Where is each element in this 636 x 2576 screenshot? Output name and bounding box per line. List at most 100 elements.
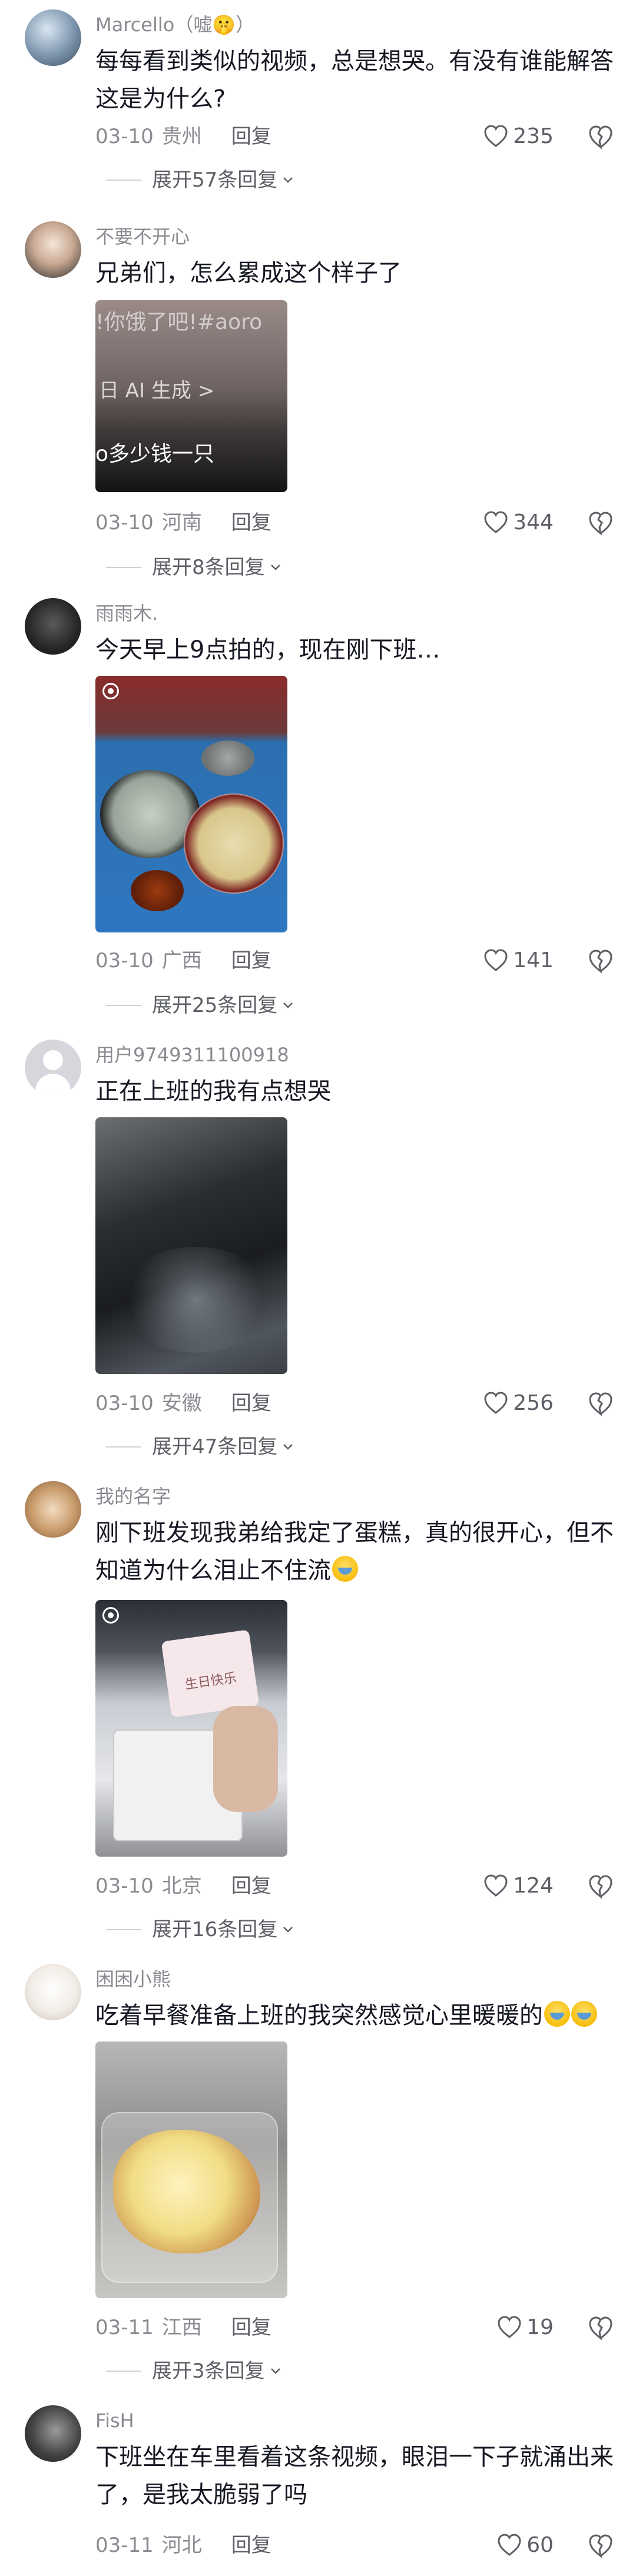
like-count: 124 (513, 1874, 554, 1898)
image-detail (131, 870, 184, 911)
comment-username[interactable]: 雨雨木. (95, 600, 158, 626)
broken-heart-icon[interactable] (588, 1873, 614, 1899)
broken-heart-icon[interactable] (588, 948, 614, 974)
broken-heart-icon[interactable] (588, 124, 614, 150)
like-button[interactable]: 141 (483, 948, 554, 974)
comment-image[interactable]: 生日快乐 (95, 1600, 287, 1857)
image-caption: 生日快乐 (184, 1671, 238, 1693)
comment-username[interactable]: 用户9749311100918 (95, 1042, 289, 1068)
expand-replies-button[interactable]: 展开8条回复 (106, 555, 283, 580)
like-button[interactable]: 256 (483, 1390, 554, 1416)
chevron-down-icon (270, 2368, 280, 2374)
chevron-down-icon (283, 1927, 293, 1933)
expand-replies-button[interactable]: 展开47条回复 (106, 1434, 295, 1460)
comment-location: 贵州 (161, 125, 202, 148)
comment-image[interactable] (95, 676, 287, 932)
comment-text-body: 吃着早餐准备上班的我突然感觉心里暖暖的 (95, 2002, 543, 2029)
comment-meta: 03-10 贵州 回复 (95, 124, 271, 150)
reply-button[interactable]: 回复 (231, 1392, 271, 1415)
comment-image[interactable] (95, 2041, 287, 2298)
expand-label: 展开57条回复 (152, 168, 278, 192)
heart-icon (498, 2534, 521, 2556)
reply-button[interactable]: 回复 (231, 125, 271, 148)
chevron-down-icon (283, 1444, 293, 1450)
live-photo-icon (102, 683, 119, 699)
comment-date: 03-10 (95, 1392, 154, 1415)
expand-replies-button[interactable]: 展开3条回复 (106, 2358, 283, 2384)
like-count: 60 (526, 2533, 554, 2557)
image-detail: 生日快乐 (161, 1629, 260, 1718)
heart-icon (484, 949, 508, 971)
like-button[interactable]: 344 (483, 510, 554, 536)
like-count: 235 (513, 124, 554, 148)
like-button[interactable]: 19 (497, 2315, 554, 2341)
reply-button[interactable]: 回复 (231, 2534, 271, 2557)
chevron-down-icon (270, 565, 280, 570)
comment-text: 正在上班的我有点想哭 (95, 1078, 331, 1105)
comment-text: 每每看到类似的视频，总是想哭。有没有谁能解答这是为什么? (95, 48, 614, 112)
comment-date: 03-10 (95, 511, 154, 535)
avatar[interactable] (25, 1481, 81, 1538)
divider-line (106, 1005, 141, 1006)
comment-date: 03-10 (95, 1874, 154, 1898)
chevron-down-icon (283, 1002, 293, 1008)
reply-button[interactable]: 回复 (231, 1874, 271, 1898)
avatar[interactable] (25, 598, 81, 655)
reply-button[interactable]: 回复 (231, 2316, 271, 2339)
expand-replies-button[interactable]: 展开25条回复 (106, 992, 295, 1018)
reply-button[interactable]: 回复 (231, 511, 271, 535)
avatar[interactable] (25, 2405, 81, 2462)
comment-username[interactable]: Marcello（嘘🤫） (95, 12, 254, 38)
heart-icon (484, 1874, 508, 1897)
broken-heart-icon[interactable] (588, 1390, 614, 1416)
chevron-down-icon (283, 177, 293, 183)
crying-emoji-icon (332, 1556, 358, 1582)
divider-line (106, 2371, 141, 2372)
broken-heart-icon[interactable] (588, 2315, 614, 2341)
reply-button[interactable]: 回复 (231, 949, 271, 972)
expand-replies-button[interactable]: 展开57条回复 (106, 167, 295, 193)
like-button[interactable]: 235 (483, 124, 554, 150)
comment-username[interactable]: 我的名字 (95, 1483, 171, 1509)
comment-date: 03-11 (95, 2316, 154, 2339)
expand-label: 展开16条回复 (152, 1918, 278, 1941)
comment-image[interactable]: !你饿了吧!#aoro 日 AI 生成 > o多少钱一只 (95, 300, 287, 492)
live-photo-icon (102, 1607, 119, 1624)
divider-line (106, 1446, 141, 1448)
like-button[interactable]: 60 (497, 2532, 554, 2558)
comment-meta: 03-10 安徽 回复 (95, 1390, 271, 1416)
like-count: 344 (513, 510, 554, 535)
avatar[interactable] (25, 1040, 81, 1096)
like-button[interactable]: 124 (483, 1873, 554, 1899)
comment-text: 今天早上9点拍的，现在刚下班… (95, 636, 440, 663)
avatar[interactable] (25, 221, 81, 278)
like-count: 19 (526, 2315, 554, 2339)
avatar[interactable] (25, 9, 81, 66)
like-count: 256 (513, 1391, 554, 1415)
comment-date: 03-10 (95, 125, 154, 148)
comment-location: 江西 (161, 2316, 202, 2339)
expand-label: 展开25条回复 (152, 994, 278, 1017)
comment-date: 03-11 (95, 2534, 154, 2557)
comment-date: 03-10 (95, 949, 154, 972)
image-detail (201, 741, 254, 776)
heart-icon (484, 125, 508, 147)
comment-text: 刚下班发现我弟给我定了蛋糕，真的很开心，但不知道为什么泪止不住流 (95, 1514, 614, 1589)
divider-line (106, 1929, 141, 1930)
expand-label: 展开3条回复 (152, 2359, 265, 2383)
image-detail (184, 794, 284, 894)
avatar[interactable] (25, 1964, 81, 2020)
image-caption: 日 AI 生成 > (99, 379, 215, 403)
comment-username[interactable]: FisH (95, 2408, 134, 2434)
like-count: 141 (513, 948, 554, 972)
comment-username[interactable]: 困困小熊 (95, 1966, 171, 1992)
expand-replies-button[interactable]: 展开16条回复 (106, 1917, 295, 1943)
comment-image[interactable] (95, 1117, 287, 1374)
comment-text: 下班坐在车里看着这条视频，眼泪一下子就涌出来了，是我太脆弱了吗 (95, 2444, 614, 2508)
comment-meta: 03-11 河北 回复 (95, 2532, 271, 2558)
comment-username[interactable]: 不要不开心 (95, 224, 190, 250)
comment-location: 河北 (161, 2534, 202, 2557)
image-caption: o多少钱一只 (95, 442, 215, 466)
broken-heart-icon[interactable] (588, 2532, 614, 2558)
broken-heart-icon[interactable] (588, 510, 614, 536)
